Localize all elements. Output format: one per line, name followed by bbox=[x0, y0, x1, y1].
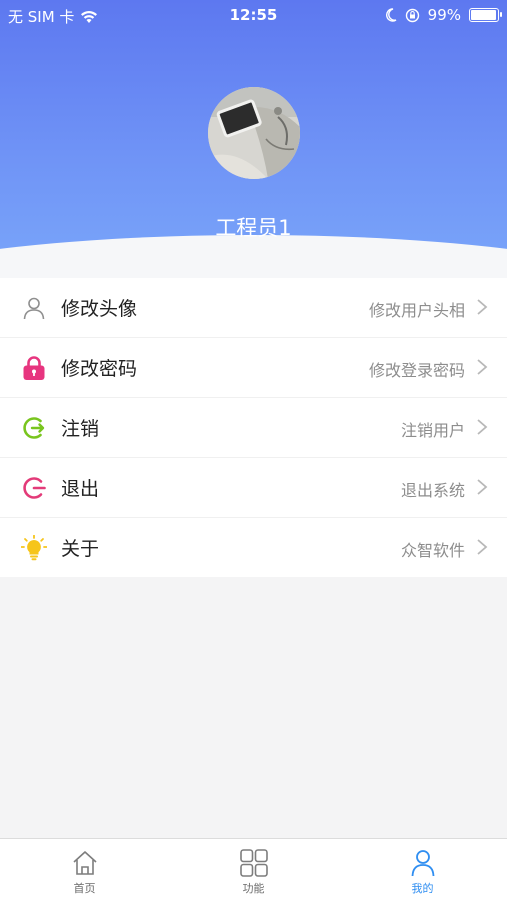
username: 工程员1 bbox=[215, 216, 292, 240]
menu-item-subtitle: 注销用户 bbox=[400, 421, 465, 440]
orientation-lock-icon bbox=[405, 8, 419, 22]
menu-item-title: 修改密码 bbox=[61, 358, 138, 380]
menu-item-title: 修改头像 bbox=[61, 298, 138, 320]
lightbulb-icon bbox=[21, 535, 47, 561]
chevron-right-icon bbox=[477, 419, 488, 435]
grid-icon bbox=[239, 849, 268, 877]
menu-item-subtitle: 修改登录密码 bbox=[368, 361, 465, 380]
menu-item-title: 退出 bbox=[61, 478, 100, 500]
avatar[interactable] bbox=[208, 87, 300, 179]
menu-item-subtitle: 退出系统 bbox=[400, 481, 465, 500]
menu-item-exit[interactable]: 退出 退出系统 bbox=[0, 458, 507, 518]
home-icon bbox=[72, 851, 97, 875]
battery-percent: 99% bbox=[427, 6, 461, 24]
tab-label: 我的 bbox=[411, 882, 434, 895]
menu-item-title: 注销 bbox=[61, 418, 100, 440]
logout-green-icon bbox=[23, 417, 45, 439]
tab-label: 功能 bbox=[242, 882, 265, 895]
tab-label: 首页 bbox=[73, 882, 96, 895]
menu-item-title: 关于 bbox=[61, 538, 100, 560]
profile-header: 无 SIM 卡 12:55 99% 工程员1 bbox=[0, 0, 507, 278]
menu-item-about[interactable]: 关于 众智软件 bbox=[0, 518, 507, 577]
moon-icon bbox=[385, 8, 397, 22]
user-outline-icon bbox=[23, 297, 45, 320]
tab-home[interactable]: 首页 bbox=[0, 839, 169, 901]
menu-item-subtitle: 众智软件 bbox=[400, 541, 465, 560]
bottom-tab-bar: 首页 功能 我的 bbox=[0, 838, 507, 901]
chevron-right-icon bbox=[477, 299, 488, 315]
avatar-photo bbox=[208, 87, 300, 179]
exit-pink-icon bbox=[23, 477, 46, 499]
person-icon bbox=[411, 850, 434, 877]
lock-icon bbox=[23, 356, 45, 380]
tab-mine[interactable]: 我的 bbox=[338, 839, 507, 901]
battery-icon bbox=[469, 8, 502, 22]
settings-menu: 修改头像 修改用户头相 修改密码 修改登录密码 注销 注销用户 退出 退出系统 … bbox=[0, 278, 507, 577]
status-bar: 无 SIM 卡 12:55 99% bbox=[0, 0, 507, 30]
menu-item-subtitle: 修改用户头相 bbox=[368, 301, 465, 320]
chevron-right-icon bbox=[477, 359, 488, 375]
tab-functions[interactable]: 功能 bbox=[169, 839, 338, 901]
status-right: 99% bbox=[385, 6, 502, 24]
chevron-right-icon bbox=[477, 479, 488, 495]
chevron-right-icon bbox=[477, 539, 488, 555]
menu-item-change-password[interactable]: 修改密码 修改登录密码 bbox=[0, 338, 507, 398]
menu-item-logout[interactable]: 注销 注销用户 bbox=[0, 398, 507, 458]
menu-item-change-avatar[interactable]: 修改头像 修改用户头相 bbox=[0, 278, 507, 338]
